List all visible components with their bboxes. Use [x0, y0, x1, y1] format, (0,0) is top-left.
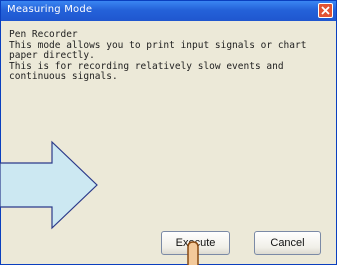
cancel-button[interactable]: Cancel: [254, 231, 321, 255]
hand-pointer-icon: [187, 241, 199, 265]
mode-description: Pen Recorder This mode allows you to pri…: [9, 29, 307, 82]
close-icon: [321, 6, 330, 15]
arrow-right-icon: [0, 140, 98, 230]
title-bar[interactable]: Measuring Mode: [1, 1, 336, 21]
close-button[interactable]: [318, 3, 333, 18]
window-title: Measuring Mode: [7, 4, 93, 15]
